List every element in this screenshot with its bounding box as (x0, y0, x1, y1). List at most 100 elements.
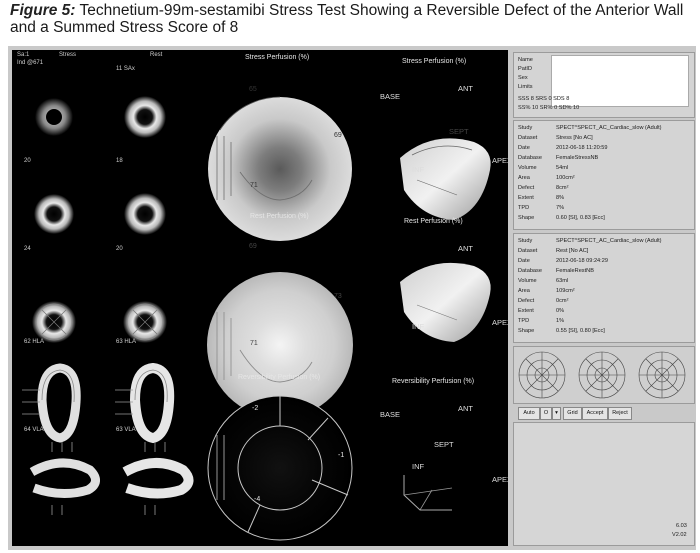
nuclear-images (22, 96, 491, 541)
rest-polar-value-bottom: 71 (250, 340, 258, 347)
stress-val: 100cm² (556, 175, 575, 181)
grid-button[interactable]: Grid (563, 407, 582, 420)
accept-button[interactable]: Accept (582, 407, 608, 420)
rev-3d-inf-label: INF (412, 462, 425, 471)
rest-slice-label-4: 63 HLA (116, 339, 137, 345)
hla-slices (22, 362, 175, 444)
o-button[interactable]: O (540, 407, 552, 420)
rest-val: 0cm² (556, 298, 569, 304)
limits-label: Limits (518, 84, 533, 90)
image-viewport: Sa:1 Ind @671 Stress Rest 11 SAx 20 18 2… (12, 50, 508, 546)
stress-key: Shape (518, 215, 535, 221)
stress-polar-value-top: 65 (249, 86, 257, 93)
rest-dataset-panel (513, 233, 695, 343)
rest-slice-label-2: 18 (116, 158, 123, 164)
stress-3d-apex-label: APEX (492, 156, 508, 165)
rest-key: Study (518, 238, 533, 244)
stress-key: Database (518, 155, 542, 161)
stress-column-header: Stress (59, 52, 77, 58)
rest-short-axis-slices (123, 96, 167, 343)
stress-polar-value-right: 69 (334, 132, 342, 139)
stress-val: 8% (556, 195, 565, 201)
stress-3d-ant-label: ANT (458, 84, 473, 93)
rev-polar-value-right: -1 (338, 452, 345, 459)
rev-3d-base-label: BASE (380, 410, 401, 419)
patient-id-label: PatID (518, 66, 532, 72)
segment-bullseye-panel (513, 346, 695, 404)
stress-3d-inf-label: INF (412, 165, 425, 174)
stress-3d-base-label: BASE (380, 92, 401, 101)
stress-val: 0.60 [SI], 0.83 [Ecc] (556, 215, 605, 221)
reversibility-3d-view (403, 475, 453, 511)
stress-slice-label-2: 20 (24, 158, 31, 164)
figure-label: Figure 5: (10, 2, 76, 19)
figure-caption: Figure 5: Technetium-99m-sestamibi Stres… (10, 2, 695, 36)
rest-val: 1% (556, 318, 565, 324)
stress-val: SPECT^SPECT_AC_Cardiac_slow (Adult) (556, 125, 662, 131)
rev-polar-value-bottom: -4 (254, 496, 261, 503)
rest-polar-title: Rest Perfusion (%) (250, 213, 309, 220)
rev-3d-apex-label: APEX (492, 475, 508, 484)
summed-scores: SSS 8 SRS 0 SDS 8 (518, 96, 570, 102)
rest-polar-value-right: 73 (334, 293, 342, 300)
rest-slice-label-5: 63 VLA (116, 427, 136, 433)
stress-3d-sept-label: SEPT (449, 127, 469, 136)
rest-val: 63ml (556, 278, 569, 284)
reject-button[interactable]: Reject (608, 407, 632, 420)
patient-name-label: Name (518, 57, 533, 63)
rest-column-header: Rest (150, 52, 163, 58)
stress-slice-label-4: 62 HLA (24, 339, 45, 345)
stress-key: Defect (518, 185, 535, 191)
stress-3d-title: Stress Perfusion (%) (402, 58, 467, 65)
version-code-2: V2.02 (672, 532, 687, 538)
rest-key: Database (518, 268, 542, 274)
empty-panel (513, 422, 695, 546)
stress-key: TPD (518, 205, 530, 211)
summed-percent-scores: SS% 10 SR% 0 SD% 10 (518, 105, 580, 111)
rest-key: Area (518, 288, 530, 294)
stress-slice-label-3: 24 (24, 246, 31, 252)
rest-val: 109cm² (556, 288, 575, 294)
rev-3d-sept-label: SEPT (434, 440, 454, 449)
auto-button[interactable]: Auto (518, 407, 540, 420)
rest-3d-inf-label: INF (412, 322, 425, 331)
rest-val: SPECT^SPECT_AC_Cardiac_slow (Adult) (556, 238, 662, 244)
rest-key: Extent (518, 308, 534, 314)
stress-slice-label-5: 64 VLA (24, 427, 44, 433)
rest-val: Rest [No AC] (556, 248, 589, 254)
stress-val: 8cm² (556, 185, 569, 191)
stress-key: Area (518, 175, 530, 181)
rest-key: Volume (518, 278, 537, 284)
rest-3d-ant-label: ANT (458, 244, 473, 253)
index-label: Ind @671 (17, 60, 44, 66)
rest-key: Defect (518, 298, 535, 304)
axis-label: Sa:1 (17, 52, 30, 58)
reversibility-polar-title: Reversibility Perfusion (%) (238, 374, 321, 381)
dropdown-chevron-icon[interactable]: ▾ (552, 407, 561, 420)
rest-slice-label-1: 11 SAx (116, 66, 135, 72)
stress-3d-view (400, 138, 491, 220)
rest-polar-value-top: 69 (249, 243, 257, 250)
stress-val: Stress [No AC] (556, 135, 593, 141)
stress-val: FemaleStressNB (556, 155, 599, 161)
stress-short-axis-slices (32, 98, 76, 343)
reversibility-polar-map (207, 395, 353, 541)
rest-slice-label-3: 20 (116, 246, 123, 252)
stress-key: Dataset (518, 135, 538, 141)
reversibility-3d-title: Reversibility Perfusion (%) (392, 378, 475, 385)
patient-info-redacted (551, 55, 689, 107)
stress-key: Volume (518, 165, 537, 171)
rest-key: Shape (518, 328, 535, 334)
stress-dataset-panel (513, 120, 695, 230)
rest-val: 0% (556, 308, 565, 314)
rev-3d-ant-label: ANT (458, 404, 473, 413)
rest-val: 2012-06-18 09:24:29 (556, 258, 608, 264)
stress-polar-title: Stress Perfusion (%) (245, 54, 310, 61)
stress-key: Date (518, 145, 530, 151)
caption-text: Technetium-99m-sestamibi Stress Test Sho… (10, 2, 684, 36)
stress-val: 2012-06-18 11:20:59 (556, 145, 608, 151)
rest-3d-title: Rest Perfusion (%) (404, 218, 463, 225)
stress-val: 54ml (556, 165, 569, 171)
stress-key: Study (518, 125, 533, 131)
vla-slices (29, 442, 194, 515)
